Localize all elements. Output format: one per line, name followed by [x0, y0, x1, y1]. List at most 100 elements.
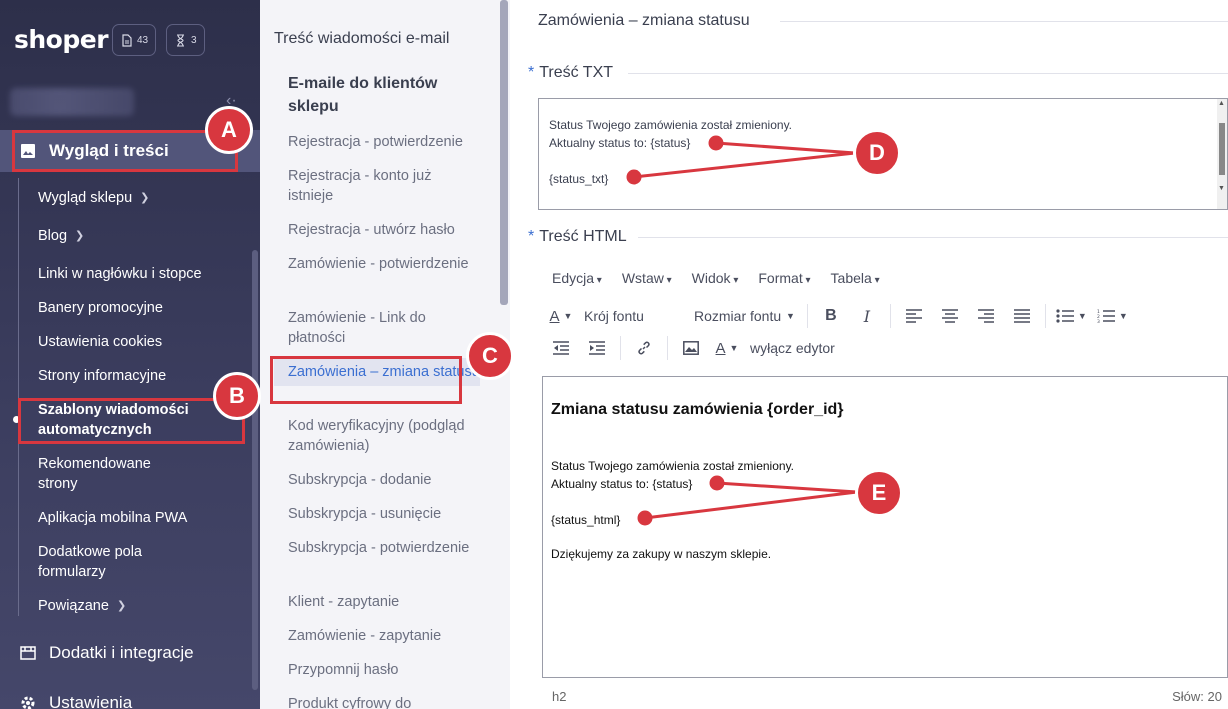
list-item[interactable]: Zamówienie - zapytanie — [288, 626, 478, 646]
editor-toolbar-row-1: A ▼ Krój fontu Rozmiar fontu ▼ B I ▼ 1 2 3 ▼ — [548, 303, 1138, 329]
caret-down-icon: ▼ — [563, 311, 573, 321]
sidebar-item-related[interactable]: Powiązane ❯ — [38, 596, 238, 617]
list-item[interactable]: Klient - zapytanie — [288, 592, 478, 612]
sidebar-item-label: Wygląd sklepu — [38, 190, 133, 206]
scroll-thumb[interactable] — [1219, 123, 1225, 175]
outdent-icon[interactable] — [548, 335, 574, 361]
list-item[interactable]: Kod weryfikacyjny (podgląd zamówienia) — [288, 416, 478, 456]
panel-scrollbar[interactable] — [500, 0, 508, 305]
html-section-label: * Treść HTML — [528, 228, 627, 246]
scroll-down-icon[interactable]: ▼ — [1218, 185, 1225, 192]
font-size-select[interactable]: Rozmiar fontu — [694, 303, 782, 329]
text-color-icon: A — [549, 307, 560, 325]
link-icon[interactable] — [631, 335, 657, 361]
element-path: h2 — [552, 689, 567, 704]
list-item[interactable]: Rejestracja - potwierdzenie — [288, 132, 478, 152]
menu-insert[interactable]: Wstaw — [622, 270, 672, 286]
nav-settings[interactable]: Ustawienia — [0, 690, 260, 709]
annotation-badge-c: C — [466, 332, 514, 380]
bullet-list-icon[interactable]: ▼ — [1056, 303, 1087, 329]
documents-pill[interactable]: 43 — [112, 24, 157, 56]
list-item[interactable]: Rejestracja - konto już istnieje — [288, 166, 478, 206]
menu-view[interactable]: Widok — [692, 270, 739, 286]
textarea-scrollbar[interactable]: ▲ ▼ — [1217, 99, 1227, 209]
html-heading: Zmiana statusu zamówienia {order_id} — [551, 401, 844, 418]
divider — [638, 237, 1228, 238]
italic-icon[interactable]: I — [854, 303, 880, 329]
menu-format[interactable]: Format — [758, 270, 810, 286]
sidebar-item-label: Blog — [38, 228, 68, 244]
divider — [628, 73, 1228, 74]
list-item[interactable]: Subskrypcja - dodanie — [288, 470, 478, 490]
html-line: {status_html} — [551, 513, 621, 527]
sidebar-item-blog[interactable]: Blog ❯ — [38, 226, 238, 247]
annotation-badge-d: D — [853, 129, 901, 177]
annotation-box-a — [12, 130, 238, 172]
nav-addons-integrations[interactable]: Dodatki i integracje — [0, 640, 260, 666]
menu-edit[interactable]: Edycja — [552, 270, 602, 286]
html-line: Status Twojego zamówienia został zmienio… — [551, 459, 795, 473]
list-item[interactable]: Subskrypcja - potwierdzenie — [288, 538, 478, 558]
bold-icon[interactable]: B — [818, 303, 844, 329]
caret-down-icon: ▼ — [1118, 311, 1128, 321]
scroll-up-icon[interactable]: ▲ — [1218, 100, 1225, 107]
nav-addons-label: Dodatki i integracje — [49, 643, 194, 662]
toolbar-separator — [620, 336, 621, 360]
txt-line: Aktualny status to: {status} — [549, 136, 691, 150]
text-color-button[interactable]: A ▼ — [548, 303, 574, 329]
timer-pill[interactable]: 3 — [166, 24, 205, 56]
gear-icon — [21, 696, 35, 709]
indent-icon[interactable] — [584, 335, 610, 361]
sidebar-item-cookies[interactable]: Ustawienia cookies — [38, 332, 238, 352]
toolbar-separator — [1044, 304, 1046, 328]
font-family-select[interactable]: Krój fontu — [584, 303, 684, 329]
sidebar-item-header-footer-links[interactable]: Linki w nagłówku i stopce — [38, 264, 238, 284]
nav-settings-label: Ustawienia — [49, 693, 133, 709]
sidebar-item-form-fields[interactable]: Dodatkowe pola formularzy — [38, 542, 178, 582]
toolbar-separator — [667, 336, 668, 360]
list-item[interactable]: Produkt cyfrowy do — [288, 694, 478, 709]
panel-title: Treść wiadomości e-mail — [274, 30, 450, 47]
annotation-badge-b: B — [213, 372, 261, 420]
document-icon — [122, 33, 132, 47]
menu-table[interactable]: Tabela — [831, 270, 880, 286]
align-left-icon[interactable] — [901, 303, 927, 329]
sidebar-item-pwa-app[interactable]: Aplikacja mobilna PWA — [38, 508, 238, 528]
chevron-down-icon: ❯ — [140, 192, 150, 204]
align-justify-icon[interactable] — [1009, 303, 1035, 329]
shoper-logo[interactable]: shoper — [14, 25, 109, 54]
hourglass-icon — [177, 33, 184, 47]
caret-down-icon: ▼ — [786, 311, 795, 321]
background-color-icon: A — [715, 339, 726, 357]
submenu-tree-line — [18, 178, 19, 616]
sidebar-item-recommended-pages[interactable]: Rekomendowane strony — [38, 454, 178, 494]
list-item[interactable]: Rejestracja - utwórz hasło — [288, 220, 478, 240]
main-editor: Zamówienia – zmiana statusu * Treść TXT S… — [510, 0, 1228, 709]
caret-down-icon: ▼ — [729, 343, 739, 353]
svg-text:3: 3 — [1097, 319, 1100, 323]
annotation-box-c — [270, 356, 462, 404]
html-content-editor[interactable]: Zmiana statusu zamówienia {order_id} Sta… — [542, 376, 1228, 678]
sidebar-scrollbar[interactable] — [252, 250, 258, 690]
align-center-icon[interactable] — [937, 303, 963, 329]
txt-line: Status Twojego zamówienia został zmienio… — [549, 118, 793, 132]
disable-editor-link[interactable]: wyłącz edytor — [750, 335, 835, 361]
panel-subtitle: E-maile do klientów sklepu — [288, 75, 438, 115]
divider — [780, 21, 1228, 22]
list-item[interactable]: Subskrypcja - usunięcie — [288, 504, 478, 524]
toolbar-separator — [889, 304, 891, 328]
sidebar-item-store-appearance[interactable]: Wygląd sklepu ❯ — [38, 188, 238, 209]
list-item[interactable]: Zamówienie - potwierdzenie — [288, 254, 478, 274]
txt-section-label: * Treść TXT — [528, 64, 613, 82]
align-right-icon[interactable] — [973, 303, 999, 329]
list-item[interactable]: Przypomnij hasło — [288, 660, 478, 680]
numbered-list-icon[interactable]: 1 2 3 ▼ — [1097, 303, 1128, 329]
word-count: Słów: 20 — [1172, 689, 1222, 704]
image-insert-icon[interactable] — [678, 335, 704, 361]
sidebar-item-info-pages[interactable]: Strony informacyjne — [38, 366, 238, 386]
sidebar-item-promo-banners[interactable]: Banery promocyjne — [38, 298, 238, 318]
editor-toolbar-row-2: A ▼ wyłącz edytor — [548, 335, 845, 361]
chevron-down-icon: ❯ — [116, 600, 127, 612]
list-item[interactable]: Zamówienie - Link do płatności — [288, 308, 478, 348]
background-color-button[interactable]: A ▼ — [714, 335, 740, 361]
